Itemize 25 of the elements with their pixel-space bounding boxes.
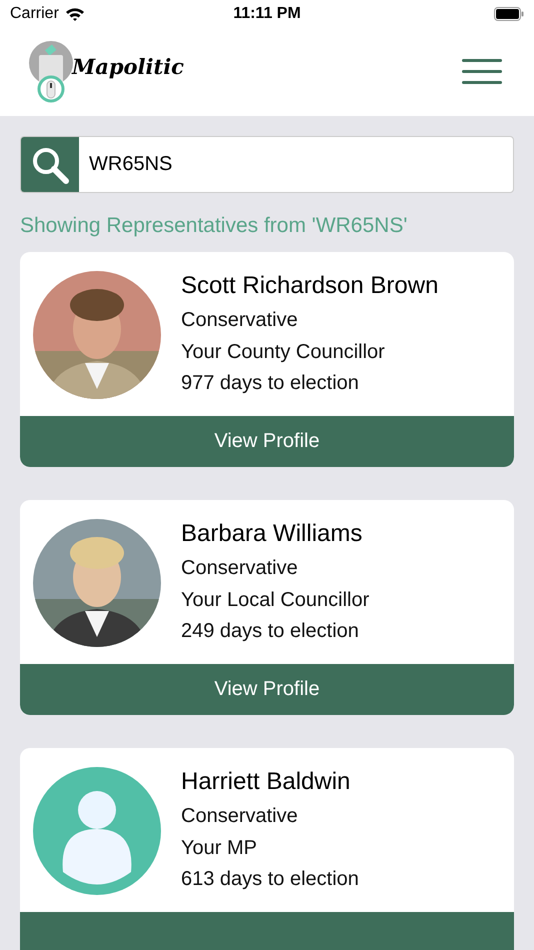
- view-profile-button[interactable]: View Profile: [20, 416, 514, 467]
- search-field[interactable]: WR65NS: [20, 136, 514, 193]
- search-icon: [31, 146, 69, 184]
- election-countdown: 613 days to election: [181, 867, 359, 892]
- logo-text: Mapolitic: [72, 54, 184, 78]
- results-label: Showing Representatives from 'WR65NS': [20, 213, 408, 238]
- clock-time: 11:11 PM: [232, 5, 302, 23]
- election-countdown: 249 days to election: [181, 619, 360, 644]
- role-label: Your Local Councillor: [181, 588, 370, 612]
- battery-icon: [494, 7, 524, 21]
- party-label: Conservative: [181, 804, 299, 829]
- carrier-label: Carrier: [10, 5, 59, 23]
- view-profile-button[interactable]: View Profile: [20, 664, 514, 715]
- party-label: Conservative: [181, 308, 299, 333]
- menu-icon[interactable]: [462, 59, 502, 85]
- representative-name: Barbara Williams: [181, 519, 364, 549]
- role-label: Your County Councillor: [181, 340, 386, 364]
- party-label: Conservative: [181, 556, 299, 581]
- avatar-placeholder-icon: [33, 767, 161, 895]
- wifi-icon: [64, 7, 85, 21]
- representative-name: Scott Richardson Brown: [181, 271, 438, 301]
- role-label: Your MP: [181, 836, 258, 860]
- search-button[interactable]: [21, 137, 79, 192]
- representative-name: Harriett Baldwin: [181, 767, 352, 797]
- election-countdown: 977 days to election: [181, 371, 360, 396]
